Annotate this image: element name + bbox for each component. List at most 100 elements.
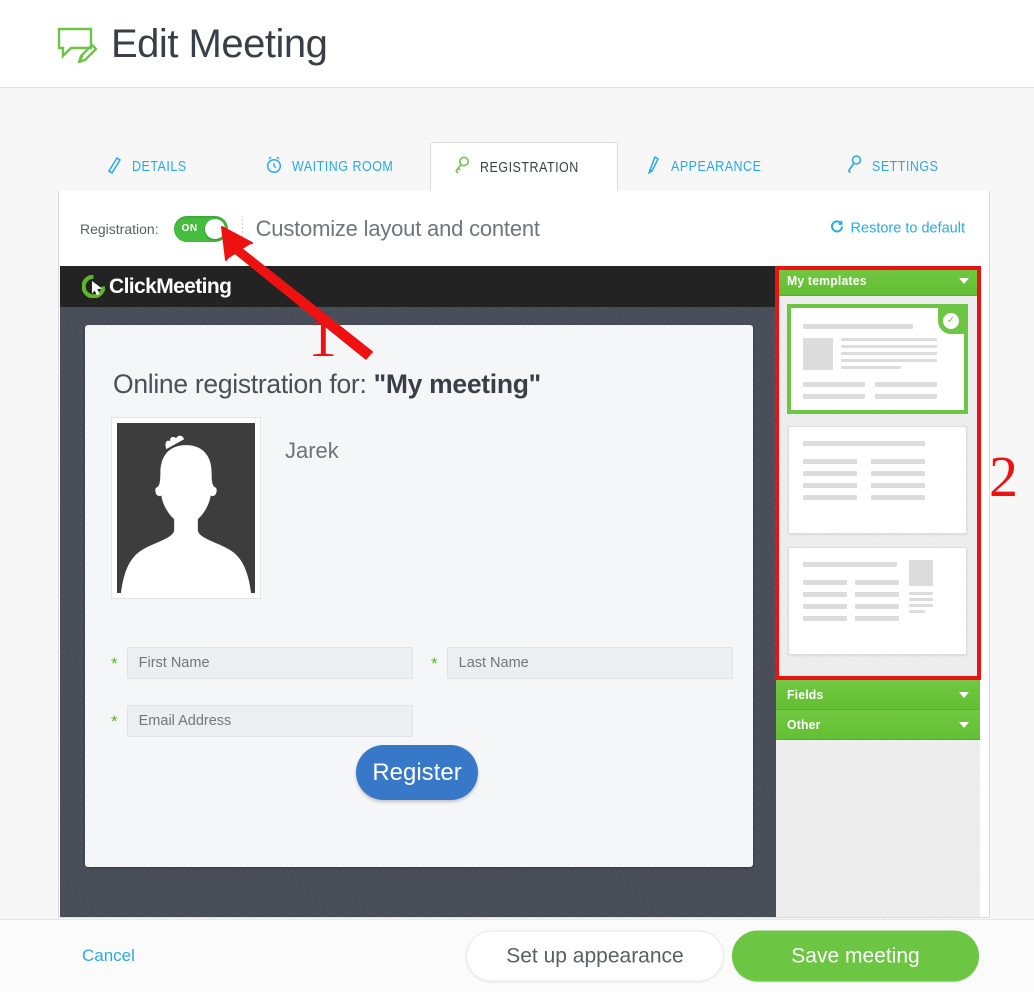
registration-form-heading: Online registration for: "My meeting" xyxy=(113,369,541,400)
required-marker: * xyxy=(111,653,118,673)
chevron-down-icon xyxy=(959,691,969,698)
sidebar-empty-space xyxy=(776,740,980,908)
tab-appearance[interactable]: APPEARANCE xyxy=(618,142,804,192)
tpl-title-bar xyxy=(803,441,925,446)
customize-heading: Customize layout and content xyxy=(255,215,540,241)
tpl-avatar-block xyxy=(909,560,933,586)
tab-appearance-label: APPEARANCE xyxy=(670,159,762,175)
clickmeeting-brand-bar: ClickMeeting xyxy=(60,266,776,307)
tpl-line xyxy=(841,338,937,341)
paintbrush-icon xyxy=(646,155,662,179)
required-marker: * xyxy=(111,711,118,731)
tpl-line xyxy=(841,352,937,355)
tpl-line xyxy=(841,359,937,362)
tpl-field xyxy=(803,580,847,585)
template-thumbnail-2[interactable] xyxy=(788,426,967,534)
tab-waiting-room-label: WAITING ROOM xyxy=(291,159,393,175)
register-button[interactable]: Register xyxy=(356,745,478,800)
my-templates-label: My templates xyxy=(787,273,867,288)
page-header: Edit Meeting xyxy=(0,0,1034,88)
registration-label: Registration: xyxy=(80,220,159,237)
tpl-field xyxy=(855,604,899,609)
tpl-line xyxy=(841,366,901,369)
tpl-field xyxy=(803,394,865,399)
tpl-field xyxy=(855,592,899,597)
set-up-appearance-button[interactable]: Set up appearance xyxy=(466,930,724,982)
organizer-name: Jarek xyxy=(285,438,339,463)
annotation-number-2: 2 xyxy=(989,444,1018,509)
tab-details-label: DETAILS xyxy=(132,159,187,175)
tpl-field xyxy=(803,604,847,609)
email-input[interactable] xyxy=(126,705,413,737)
tpl-field xyxy=(803,616,847,621)
tpl-field xyxy=(803,483,857,488)
tpl-field xyxy=(875,382,937,387)
chevron-down-icon xyxy=(959,721,969,728)
template-sidebar: My templates ✓ Fields Other xyxy=(776,266,980,917)
tpl-line xyxy=(841,345,937,348)
alarm-clock-icon xyxy=(265,155,283,179)
page-title: Edit Meeting xyxy=(111,22,328,66)
tpl-field xyxy=(855,580,899,585)
template-list: ✓ xyxy=(776,296,980,680)
field-first-name-row: * xyxy=(111,647,413,679)
registration-preview: ClickMeeting Online registration for: "M… xyxy=(60,266,990,917)
last-name-input[interactable] xyxy=(446,647,733,679)
tpl-field xyxy=(871,483,925,488)
avatar xyxy=(111,417,261,599)
clickmeeting-cursor-logo xyxy=(81,274,106,299)
tab-waiting-room[interactable]: WAITING ROOM xyxy=(244,142,430,192)
toggle-state-label: ON xyxy=(181,222,198,234)
tpl-line xyxy=(909,592,933,595)
tab-details[interactable]: DETAILS xyxy=(58,142,244,192)
tab-settings[interactable]: SETTINGS xyxy=(804,142,990,192)
heading-meeting-name: "My meeting" xyxy=(373,369,542,399)
cancel-button[interactable]: Cancel xyxy=(82,946,135,966)
registration-toolbar: Registration: ON Customize layout and co… xyxy=(59,191,989,266)
field-email-row: * xyxy=(111,705,413,737)
preview-canvas: Online registration for: "My meeting" Ja… xyxy=(60,307,776,917)
tpl-title-bar xyxy=(803,562,897,567)
tab-settings-label: SETTINGS xyxy=(871,159,939,175)
footer-action-bar: Cancel Set up appearance Save meeting xyxy=(0,919,1034,992)
tab-bar: DETAILS WAITING ROOM REGISTRATION APPEAR… xyxy=(58,142,990,192)
heading-prefix: Online registration for: xyxy=(113,369,374,399)
header-inner: Edit Meeting xyxy=(55,0,328,88)
tpl-field xyxy=(855,616,899,621)
other-label: Other xyxy=(787,717,821,732)
tab-registration[interactable]: REGISTRATION xyxy=(430,142,618,192)
restore-to-default-label: Restore to default xyxy=(850,220,965,237)
fields-label: Fields xyxy=(787,687,824,702)
clickmeeting-brand-name: ClickMeeting xyxy=(109,274,232,298)
tpl-title-bar xyxy=(803,324,913,329)
first-name-input[interactable] xyxy=(126,647,413,679)
tpl-avatar-block xyxy=(803,338,833,370)
tpl-field xyxy=(875,394,937,399)
registration-toggle[interactable]: ON xyxy=(173,215,228,242)
registration-form-card: Online registration for: "My meeting" Ja… xyxy=(85,325,753,867)
pencil-icon xyxy=(106,155,123,179)
required-marker: * xyxy=(431,653,438,673)
restore-to-default-button[interactable]: Restore to default xyxy=(830,219,965,238)
field-last-name-row: * xyxy=(431,647,733,679)
key-icon xyxy=(453,156,471,180)
tpl-field xyxy=(803,459,857,464)
toggle-knob xyxy=(204,218,225,239)
tpl-line xyxy=(909,598,933,601)
sidebar-section-fields[interactable]: Fields xyxy=(776,680,980,710)
save-meeting-button[interactable]: Save meeting xyxy=(732,930,979,982)
tpl-field xyxy=(871,471,925,476)
sidebar-section-my-templates[interactable]: My templates xyxy=(776,266,980,296)
sidebar-section-other[interactable]: Other xyxy=(776,710,980,740)
wrench-icon xyxy=(845,155,863,179)
registration-panel: Registration: ON Customize layout and co… xyxy=(58,191,990,918)
tpl-field xyxy=(871,495,925,500)
template-thumbnail-3[interactable] xyxy=(788,547,967,655)
tpl-field xyxy=(803,382,865,387)
tpl-line xyxy=(909,610,925,613)
template-selected-badge: ✓ xyxy=(938,308,964,334)
tpl-line xyxy=(909,604,933,607)
tpl-field xyxy=(803,495,857,500)
template-thumbnail-1[interactable]: ✓ xyxy=(788,305,967,413)
tpl-field xyxy=(803,592,847,597)
